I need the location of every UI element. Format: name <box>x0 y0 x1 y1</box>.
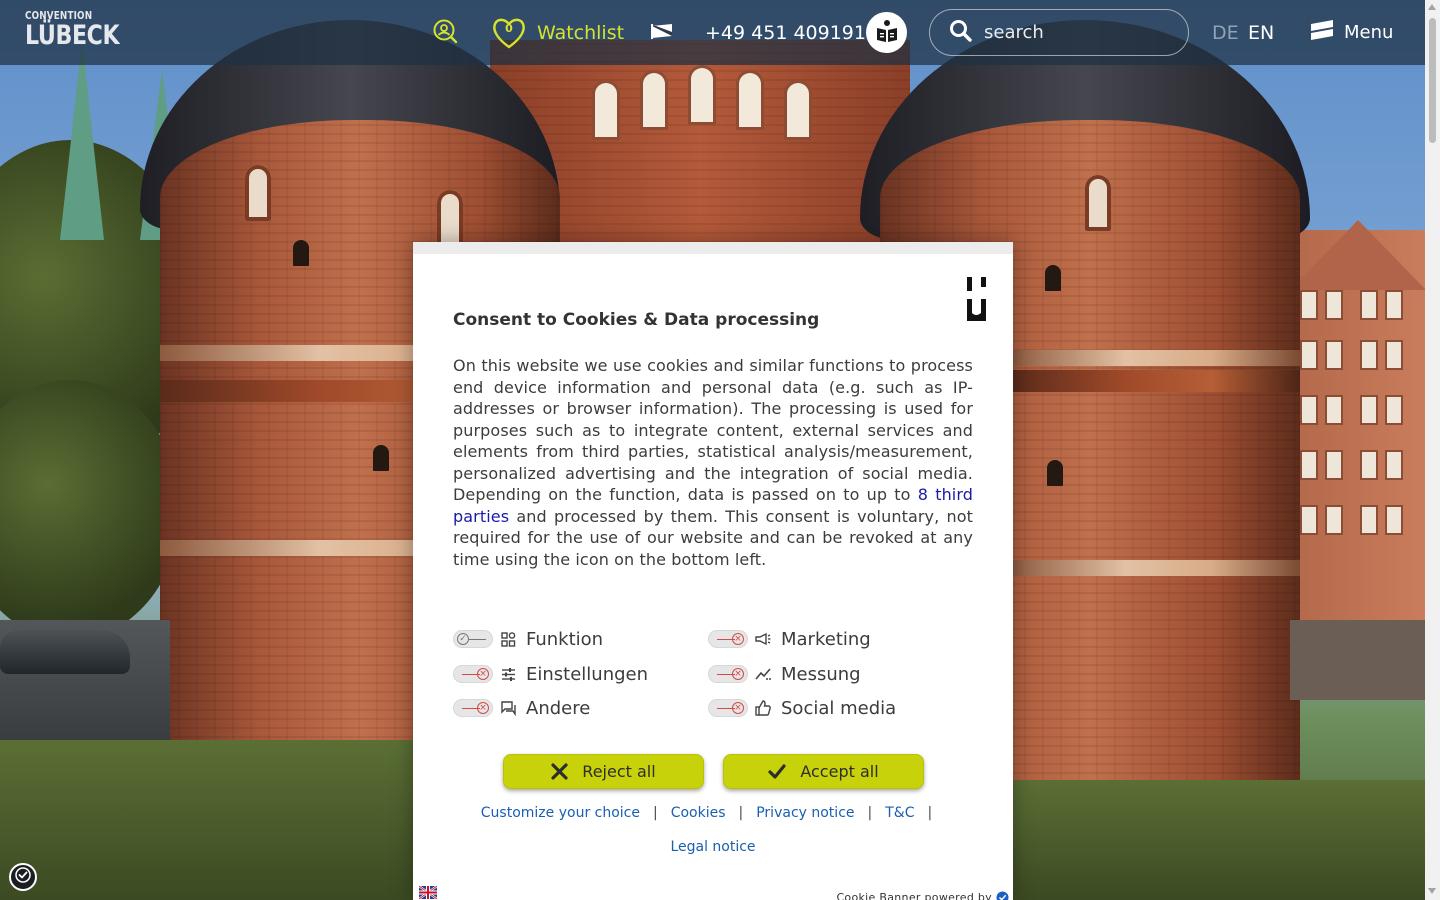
watchlist-link[interactable]: 0 Watchlist <box>491 0 624 65</box>
usercentrics-shield-icon[interactable] <box>996 891 1009 900</box>
cookie-settings-button[interactable] <box>9 863 37 891</box>
tourist-search-button[interactable] <box>432 0 458 65</box>
chart-trend-icon <box>755 666 771 682</box>
accessibility-book-icon <box>874 18 900 48</box>
powered-by: Cookie Banner powered by <box>836 891 1009 900</box>
category-andere[interactable]: × Andere <box>453 696 590 720</box>
accept-all-label: Accept all <box>800 762 879 781</box>
usercentrics-logo-icon <box>966 277 990 325</box>
category-einstellungen[interactable]: × Einstellungen <box>453 662 648 686</box>
language-flag-icon[interactable] <box>418 884 438 900</box>
customize-choice-link[interactable]: Customize your choice <box>481 805 640 821</box>
language-en-link[interactable]: EN <box>1248 0 1274 65</box>
category-label: Funktion <box>526 628 604 650</box>
accept-all-button[interactable]: Accept all <box>723 754 924 789</box>
page-scrollbar[interactable] <box>1425 0 1440 900</box>
category-label: Andere <box>526 697 591 719</box>
scroll-up-arrow[interactable] <box>1428 4 1436 10</box>
toggle-funktion[interactable]: ✓ <box>453 630 493 648</box>
flag-link[interactable] <box>650 0 674 65</box>
powered-by-label: Cookie Banner powered by <box>836 891 992 900</box>
consent-footer-links: Customize your choice | Cookies | Privacy no… <box>480 805 933 821</box>
toggle-social-media[interactable]: × <box>708 699 748 717</box>
consent-description: On this website we use cookies and simil… <box>453 355 973 570</box>
toggle-einstellungen[interactable]: × <box>453 665 493 683</box>
consent-text-part-1: On this website we use cookies and simil… <box>453 356 973 504</box>
category-marketing[interactable]: × Marketing <box>708 627 871 651</box>
checkmark-icon <box>768 764 786 779</box>
flag-icon <box>650 23 674 43</box>
privacy-notice-link[interactable]: Privacy notice <box>756 805 854 821</box>
legal-notice-link[interactable]: Legal notice <box>670 839 755 855</box>
function-icon <box>500 631 516 647</box>
convention-luebeck-logo[interactable]: CONVENTION LÜBECK <box>25 10 140 50</box>
toggle-andere[interactable]: × <box>453 699 493 717</box>
reject-all-button[interactable]: Reject all <box>503 754 704 789</box>
category-social-media[interactable]: × Social media <box>708 696 896 720</box>
scroll-down-arrow[interactable] <box>1428 888 1436 894</box>
logo-main-text: LÜBECK <box>25 20 120 51</box>
watchlist-count: 0 <box>505 21 513 35</box>
tourist-search-icon <box>432 18 458 48</box>
legal-notice-row: Legal notice <box>413 839 1013 855</box>
megaphone-icon <box>755 631 771 647</box>
accessibility-button[interactable] <box>866 0 907 65</box>
phone-number-link[interactable]: +49 451 4091913 <box>705 0 878 65</box>
category-label: Social media <box>781 697 897 719</box>
thumbs-up-icon <box>755 700 771 716</box>
search-box[interactable] <box>929 9 1189 56</box>
search-icon <box>949 19 972 46</box>
category-label: Einstellungen <box>526 663 649 685</box>
close-icon <box>551 763 568 780</box>
category-messung[interactable]: × Messung <box>708 662 861 686</box>
site-header: CONVENTION LÜBECK 0 Watchlist +49 451 40… <box>0 0 1425 65</box>
language-de-link[interactable]: DE <box>1212 0 1239 65</box>
toggle-messung[interactable]: × <box>708 665 748 683</box>
cookies-link[interactable]: Cookies <box>671 805 726 821</box>
consent-title: Consent to Cookies & Data processing <box>453 310 820 330</box>
scrollbar-thumb[interactable] <box>1429 18 1436 143</box>
toggle-marketing[interactable]: × <box>708 630 748 648</box>
category-label: Marketing <box>781 628 871 650</box>
shield-check-icon <box>15 867 31 887</box>
category-funktion[interactable]: ✓ Funktion <box>453 627 603 651</box>
menu-flag-icon <box>1310 19 1334 46</box>
cookie-consent-dialog: Consent to Cookies & Data processing On … <box>413 242 1013 900</box>
watchlist-label: Watchlist <box>537 21 625 44</box>
menu-label: Menu <box>1344 22 1394 43</box>
settings-sliders-icon <box>500 666 516 682</box>
menu-button[interactable]: Menu <box>1310 0 1393 65</box>
heart-icon: 0 <box>491 16 527 50</box>
reject-all-label: Reject all <box>582 762 656 781</box>
chat-icon <box>500 700 516 716</box>
consent-text-part-2: and processed by them. This consent is v… <box>453 506 974 569</box>
tc-link[interactable]: T&C <box>885 805 914 821</box>
search-input[interactable] <box>984 22 1164 43</box>
category-label: Messung <box>781 663 861 685</box>
